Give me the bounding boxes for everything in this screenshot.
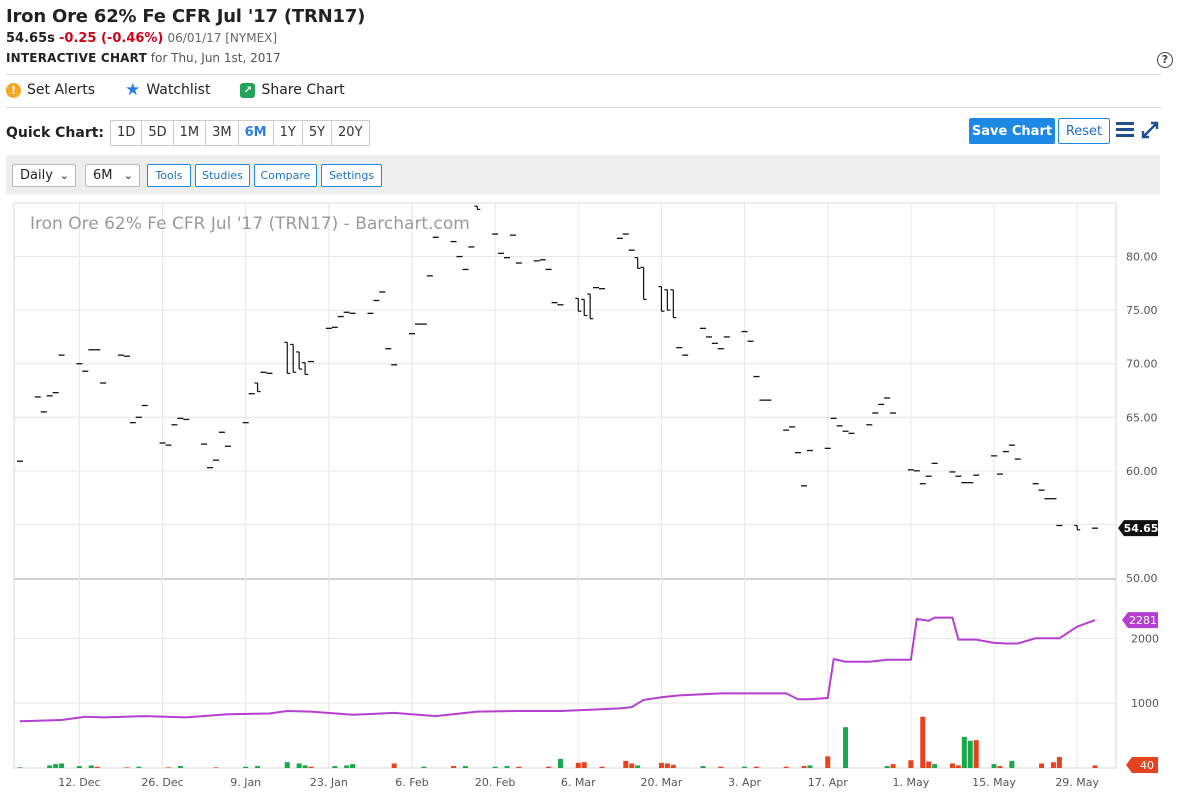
volume-bar bbox=[629, 763, 635, 768]
volume-bar bbox=[742, 766, 748, 768]
chart-frame bbox=[13, 202, 1117, 769]
volume-bar bbox=[908, 760, 914, 768]
volume-label: 40 bbox=[1140, 759, 1154, 772]
volume-tick-label: 2000 bbox=[1131, 632, 1159, 645]
volume-bar bbox=[670, 764, 676, 768]
x-tick-label: 29. May bbox=[1055, 776, 1099, 789]
x-tick-label: 23. Jan bbox=[310, 776, 348, 789]
volume-bar bbox=[557, 758, 563, 768]
volume-bar bbox=[213, 767, 219, 768]
volume-bar bbox=[492, 766, 498, 768]
volume-bar bbox=[973, 740, 979, 768]
volume-bar bbox=[94, 766, 100, 768]
price-tick-label: 50.00 bbox=[1126, 572, 1158, 585]
volume-bar bbox=[623, 760, 629, 768]
volume-bar bbox=[718, 766, 724, 768]
volume-bar bbox=[967, 740, 973, 768]
volume-bar bbox=[421, 766, 427, 768]
volume-bar bbox=[53, 764, 59, 768]
volume-bar bbox=[462, 766, 468, 768]
x-tick-label: 3. Apr bbox=[728, 776, 761, 789]
volume-bar bbox=[177, 766, 183, 768]
volume-bar bbox=[59, 763, 65, 768]
price-tick-label: 80.00 bbox=[1126, 251, 1158, 264]
volume-bar bbox=[599, 766, 605, 768]
volume-bar bbox=[296, 763, 302, 768]
x-tick-label: 15. May bbox=[972, 776, 1016, 789]
x-tick-label: 1. May bbox=[893, 776, 930, 789]
volume-bar bbox=[350, 764, 356, 768]
volume-bar bbox=[1009, 760, 1015, 768]
volume-bar bbox=[302, 765, 308, 768]
price-tick-label: 65.00 bbox=[1126, 411, 1158, 424]
volume-bar bbox=[700, 766, 706, 768]
last-price-label: 54.65 bbox=[1124, 522, 1159, 535]
x-tick-label: 6. Feb bbox=[395, 776, 428, 789]
volume-bar bbox=[753, 766, 759, 768]
price-chart[interactable]: 12. Dec 26. Dec 9. Jan 23. Jan 6. Feb 20. Feb… bbox=[0, 0, 1187, 806]
x-tick-label: 9. Jan bbox=[230, 776, 261, 789]
price-tick-label: 70.00 bbox=[1126, 358, 1158, 371]
volume-bar bbox=[658, 762, 664, 768]
volume-bar bbox=[884, 766, 890, 768]
volume-bar bbox=[997, 766, 1003, 768]
price-tick-label: 60.00 bbox=[1126, 465, 1158, 478]
chart-watermark: Iron Ore 62% Fe CFR Jul '17 (TRN17) - Ba… bbox=[30, 214, 470, 234]
volume-bar bbox=[451, 766, 457, 768]
x-tick-label: 26. Dec bbox=[141, 776, 183, 789]
volume-bar bbox=[165, 767, 171, 768]
volume-bar bbox=[124, 767, 130, 768]
x-tick-label: 20. Feb bbox=[475, 776, 515, 789]
volume-bar bbox=[932, 764, 938, 768]
volume-bar bbox=[1050, 762, 1056, 768]
volume-bar bbox=[1092, 765, 1098, 768]
volume-bar bbox=[136, 766, 142, 768]
volume-bar bbox=[17, 767, 23, 768]
volume-bar bbox=[575, 762, 581, 768]
volume-bar bbox=[308, 766, 314, 768]
volume-bar bbox=[955, 765, 961, 768]
volume-bar bbox=[1039, 763, 1045, 768]
x-tick-label: 17. Apr bbox=[808, 776, 848, 789]
volume-bar bbox=[920, 716, 926, 768]
x-tick-label: 6. Mar bbox=[561, 776, 596, 789]
volume-bar bbox=[664, 763, 670, 768]
volume-bar bbox=[516, 766, 522, 768]
volume-bar bbox=[991, 764, 997, 768]
volume-bar bbox=[949, 763, 955, 768]
volume-bar bbox=[391, 763, 397, 768]
x-tick-label: 20. Mar bbox=[641, 776, 683, 789]
volume-bar bbox=[801, 766, 807, 768]
volume-bar bbox=[635, 765, 641, 768]
volume-bar bbox=[47, 765, 53, 768]
volume-bar bbox=[88, 765, 94, 768]
volume-bar bbox=[76, 766, 82, 768]
volume-bar bbox=[843, 727, 849, 768]
volume-bar bbox=[504, 766, 510, 768]
volume-bar bbox=[1056, 756, 1062, 768]
volume-bar bbox=[581, 762, 587, 768]
volume-bar bbox=[332, 766, 338, 768]
volume-bar bbox=[926, 761, 932, 768]
volume-bar bbox=[546, 766, 552, 768]
volume-bar bbox=[284, 762, 290, 768]
volume-bar bbox=[807, 765, 813, 768]
volume-bar bbox=[783, 766, 789, 768]
volume-bar bbox=[344, 765, 350, 768]
x-tick-label: 12. Dec bbox=[58, 776, 100, 789]
price-tick-label: 75.00 bbox=[1126, 304, 1158, 317]
volume-tick-label: 1000 bbox=[1131, 697, 1159, 710]
volume-bar bbox=[961, 736, 967, 768]
volume-bar bbox=[825, 756, 831, 768]
open-interest-label: 2281 bbox=[1129, 614, 1157, 627]
volume-bar bbox=[255, 766, 261, 768]
volume-bar bbox=[243, 766, 249, 768]
volume-bar bbox=[890, 764, 896, 768]
